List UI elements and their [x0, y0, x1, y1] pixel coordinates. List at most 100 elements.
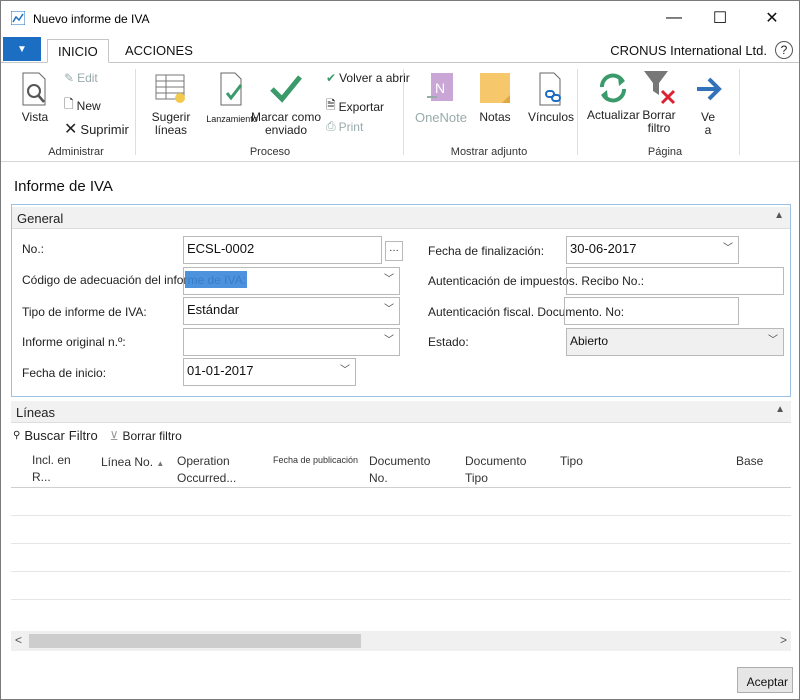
group-label-administrar: Administrar [48, 146, 104, 158]
title-bar: Nuevo informe de IVA — ☐ ✕ [1, 1, 799, 35]
binoculars-icon: ⚲ [13, 430, 21, 441]
actualizar-button[interactable]: Actualizar [587, 71, 640, 122]
general-header[interactable]: General ▲ [12, 207, 790, 229]
ribbon-separator [403, 69, 404, 155]
auth-field[interactable] [566, 267, 784, 295]
exportar-button[interactable]: 🗎 Exportar [326, 96, 384, 117]
table-row [11, 515, 791, 516]
svg-text:N: N [435, 80, 445, 96]
maximize-button[interactable]: ☐ [697, 1, 743, 35]
scrollbar-thumb[interactable] [29, 634, 361, 648]
chevron-down-icon[interactable]: ﹀ [723, 237, 733, 261]
collapse-icon[interactable]: ▲ [774, 210, 784, 221]
minimize-button[interactable]: — [651, 1, 697, 35]
chevron-down-icon[interactable]: ﹀ [768, 329, 778, 353]
ribbon-separator [739, 69, 740, 155]
clear-filter-icon: ⊻ [109, 428, 119, 443]
estado-field[interactable]: Abierto ﹀ [566, 328, 784, 356]
column-header-incl[interactable]: Incl. en R... [32, 452, 72, 486]
ve-a-button[interactable]: Ve a [691, 71, 725, 137]
checkmark-icon [270, 75, 302, 103]
edit-button[interactable]: ✎ Edit [64, 71, 98, 85]
borrar-filtro-lines-button[interactable]: Borrar filtro [122, 429, 181, 443]
chevron-down-icon[interactable]: ﹀ [384, 329, 394, 353]
delete-icon: ✕ [64, 121, 78, 138]
column-header-base[interactable]: Base [736, 453, 763, 470]
buscar-button[interactable]: Buscar [24, 428, 64, 443]
vista-button[interactable]: Vista [17, 71, 53, 124]
scroll-left-icon[interactable]: < [15, 633, 22, 647]
group-label-mostrar: Mostrar adjunto [450, 146, 528, 158]
lines-header[interactable]: Líneas ▲ [11, 401, 791, 423]
export-icon: 🗎 [326, 98, 336, 112]
chevron-down-icon[interactable]: ﹀ [384, 268, 394, 292]
fin-field[interactable]: 30-06-2017 ﹀ [566, 236, 739, 264]
release-icon [220, 72, 243, 106]
tipo-label: Tipo de informe de IVA: [22, 305, 147, 319]
table-row [11, 571, 791, 572]
print-button[interactable]: ⎙ Print [326, 119, 363, 134]
onenote-button[interactable]: N OneNote [411, 71, 471, 124]
assist-edit-button[interactable]: … [385, 241, 403, 261]
onenote-icon: N [427, 73, 453, 101]
chevron-down-icon[interactable]: ﹀ [384, 298, 394, 322]
horizontal-scrollbar[interactable]: < > [11, 631, 791, 651]
sugerir-lineas-button[interactable]: Sugerir líneas [147, 71, 195, 137]
original-field[interactable]: ﹀ [183, 328, 400, 356]
ribbon-separator [135, 69, 136, 155]
view-icon [22, 72, 46, 106]
tab-inicio[interactable]: INICIO [47, 39, 109, 63]
sort-asc-icon: ▲ [156, 459, 165, 468]
close-button[interactable]: ✕ [749, 1, 795, 35]
note-icon [480, 73, 510, 103]
column-header-tipo[interactable]: Tipo [560, 453, 583, 470]
page-title: Informe de IVA [14, 178, 113, 195]
filtro-button[interactable]: Filtro [69, 428, 98, 443]
chevron-down-icon[interactable]: ﹀ [340, 359, 350, 383]
borrar-filtro-button[interactable]: Borrar filtro [639, 69, 679, 135]
column-header-documento-tipo[interactable]: Documento Tipo [465, 453, 529, 487]
arrow-right-icon [697, 77, 722, 101]
suprimir-button[interactable]: ✕ Suprimir [64, 119, 129, 139]
column-header-documento-no[interactable]: Documento No. [369, 453, 435, 487]
notas-button[interactable]: Notas [475, 71, 515, 124]
column-header-linea[interactable]: Línea No. ▲ [101, 454, 164, 472]
inicio-label: Fecha de inicio: [22, 366, 107, 380]
tab-acciones[interactable]: ACCIONES [115, 39, 203, 63]
volver-abrir-button[interactable]: ✔ Volver a abrir [326, 71, 410, 85]
new-button[interactable]: 🗋 New [64, 95, 101, 116]
link-icon [539, 72, 561, 106]
company-name: CRONUS International Ltd. [610, 43, 767, 58]
file-menu-button[interactable]: ▼ [3, 37, 41, 61]
fiscal-field[interactable] [564, 297, 739, 325]
collapse-icon[interactable]: ▲ [775, 404, 785, 415]
table-row [11, 543, 791, 544]
fin-label: Fecha de finalización: [428, 244, 545, 258]
ribbon-separator [577, 69, 578, 155]
table-header-divider [11, 487, 791, 488]
suggest-lines-icon [155, 74, 185, 103]
lines-toolbar: ⚲ Buscar Filtro ⊻ Borrar filtro [13, 428, 182, 443]
ribbon: Vista ✎ Edit 🗋 New ✕ Suprimir Administrar S… [1, 62, 799, 162]
codigo-field[interactable]: ﹀ [183, 267, 400, 295]
original-label: Informe original n.º: [22, 335, 126, 349]
no-field[interactable]: ECSL-0002 [183, 236, 382, 264]
estado-label: Estado: [428, 335, 469, 349]
window-title: Nuevo informe de IVA [33, 12, 150, 26]
tipo-field[interactable]: Estándar ﹀ [183, 297, 400, 325]
app-icon [11, 11, 25, 25]
reopen-icon: ✔ [326, 71, 337, 85]
group-label-pagina: Página [647, 146, 683, 158]
refresh-icon [600, 73, 626, 103]
column-header-fecha[interactable]: Fecha de publicación [273, 452, 358, 469]
column-header-operation[interactable]: Operation Occurred... [177, 453, 257, 487]
inicio-field[interactable]: 01-01-2017 ﹀ [183, 358, 356, 386]
clear-filter-icon [644, 71, 676, 105]
group-label-proceso: Proceso [249, 146, 291, 158]
scroll-right-icon[interactable]: > [780, 633, 787, 647]
help-icon[interactable]: ? [775, 41, 793, 59]
aceptar-button[interactable]: Aceptar [737, 667, 793, 693]
no-label: No.: [22, 242, 45, 256]
vinculos-button[interactable]: Vínculos [527, 71, 575, 124]
marcar-enviado-button[interactable]: Marcar como enviado [247, 71, 325, 137]
